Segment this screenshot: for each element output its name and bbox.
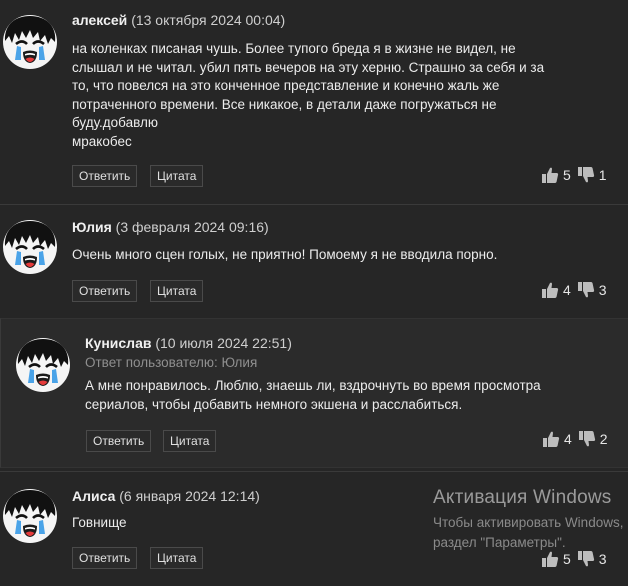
dislike-count: 3 <box>598 282 607 298</box>
vote-controls: 4 2 <box>542 430 614 448</box>
thumbs-down-icon[interactable] <box>577 166 595 184</box>
thumbs-up-icon[interactable] <box>542 430 560 448</box>
vote-controls: 5 1 <box>541 166 613 184</box>
avatar-icon[interactable] <box>15 337 71 393</box>
avatar-icon[interactable] <box>2 14 58 70</box>
thumbs-down-icon[interactable] <box>577 281 595 299</box>
avatar-icon[interactable] <box>2 219 58 275</box>
comment-date: (3 февраля 2024 09:16) <box>115 219 269 235</box>
reply-button[interactable]: Ответить <box>72 547 138 569</box>
vote-controls: 4 3 <box>541 281 613 299</box>
comment-author[interactable]: Кунислав <box>85 335 151 351</box>
thumbs-down-icon[interactable] <box>578 430 596 448</box>
dislike-count: 3 <box>598 551 607 567</box>
thumbs-down-icon[interactable] <box>577 550 595 568</box>
vote-controls: 5 3 <box>541 550 613 568</box>
comment-date: (6 января 2024 12:14) <box>119 488 260 504</box>
like-count: 5 <box>563 167 571 183</box>
comment-text: А мне понравилось. Люблю, знаешь ли, взд… <box>85 378 541 412</box>
comment-text: Очень много сцен голых, не приятно! Помо… <box>72 247 498 262</box>
reply-button[interactable]: Ответить <box>72 280 138 302</box>
avatar-icon[interactable] <box>2 488 58 544</box>
reply-to-label: Ответ пользователю: Юлия <box>85 355 258 370</box>
comment-author[interactable]: Юлия <box>72 219 112 235</box>
thumbs-up-icon[interactable] <box>541 550 559 568</box>
dislike-count: 1 <box>598 167 607 183</box>
quote-button[interactable]: Цитата <box>150 547 204 569</box>
comment-header: Алиса (6 января 2024 12:14) <box>72 488 260 504</box>
comment-text: Говнище <box>72 515 127 530</box>
like-count: 5 <box>563 551 571 567</box>
comment-header: Кунислав (10 июля 2024 22:51) <box>85 335 292 351</box>
reply-button[interactable]: Ответить <box>72 165 138 187</box>
comment-date: (10 июля 2024 22:51) <box>155 335 292 351</box>
comment-author[interactable]: Алиса <box>72 488 115 504</box>
comment-author[interactable]: алексей <box>72 12 127 28</box>
like-count: 4 <box>563 282 571 298</box>
comment-header: Юлия (3 февраля 2024 09:16) <box>72 219 269 235</box>
quote-button[interactable]: Цитата <box>150 165 204 187</box>
comment-text: на коленках писаная чушь. Более тупого б… <box>72 41 545 149</box>
comment-item: Алиса (6 января 2024 12:14) Говнище Отве… <box>0 472 628 586</box>
comment-date: (13 октября 2024 00:04) <box>131 12 286 28</box>
thumbs-up-icon[interactable] <box>541 281 559 299</box>
comment-item: Юлия (3 февраля 2024 09:16) Очень много … <box>0 205 628 317</box>
quote-button[interactable]: Цитата <box>163 430 217 452</box>
comment-header: алексей (13 октября 2024 00:04) <box>72 12 285 28</box>
reply-button[interactable]: Ответить <box>86 430 152 452</box>
comment-item: алексей (13 октября 2024 00:04) на колен… <box>0 0 628 204</box>
quote-button[interactable]: Цитата <box>150 280 204 302</box>
reply-comment-item: Кунислав (10 июля 2024 22:51) Ответ поль… <box>0 318 628 468</box>
like-count: 4 <box>564 431 572 447</box>
dislike-count: 2 <box>599 431 608 447</box>
thumbs-up-icon[interactable] <box>541 166 559 184</box>
